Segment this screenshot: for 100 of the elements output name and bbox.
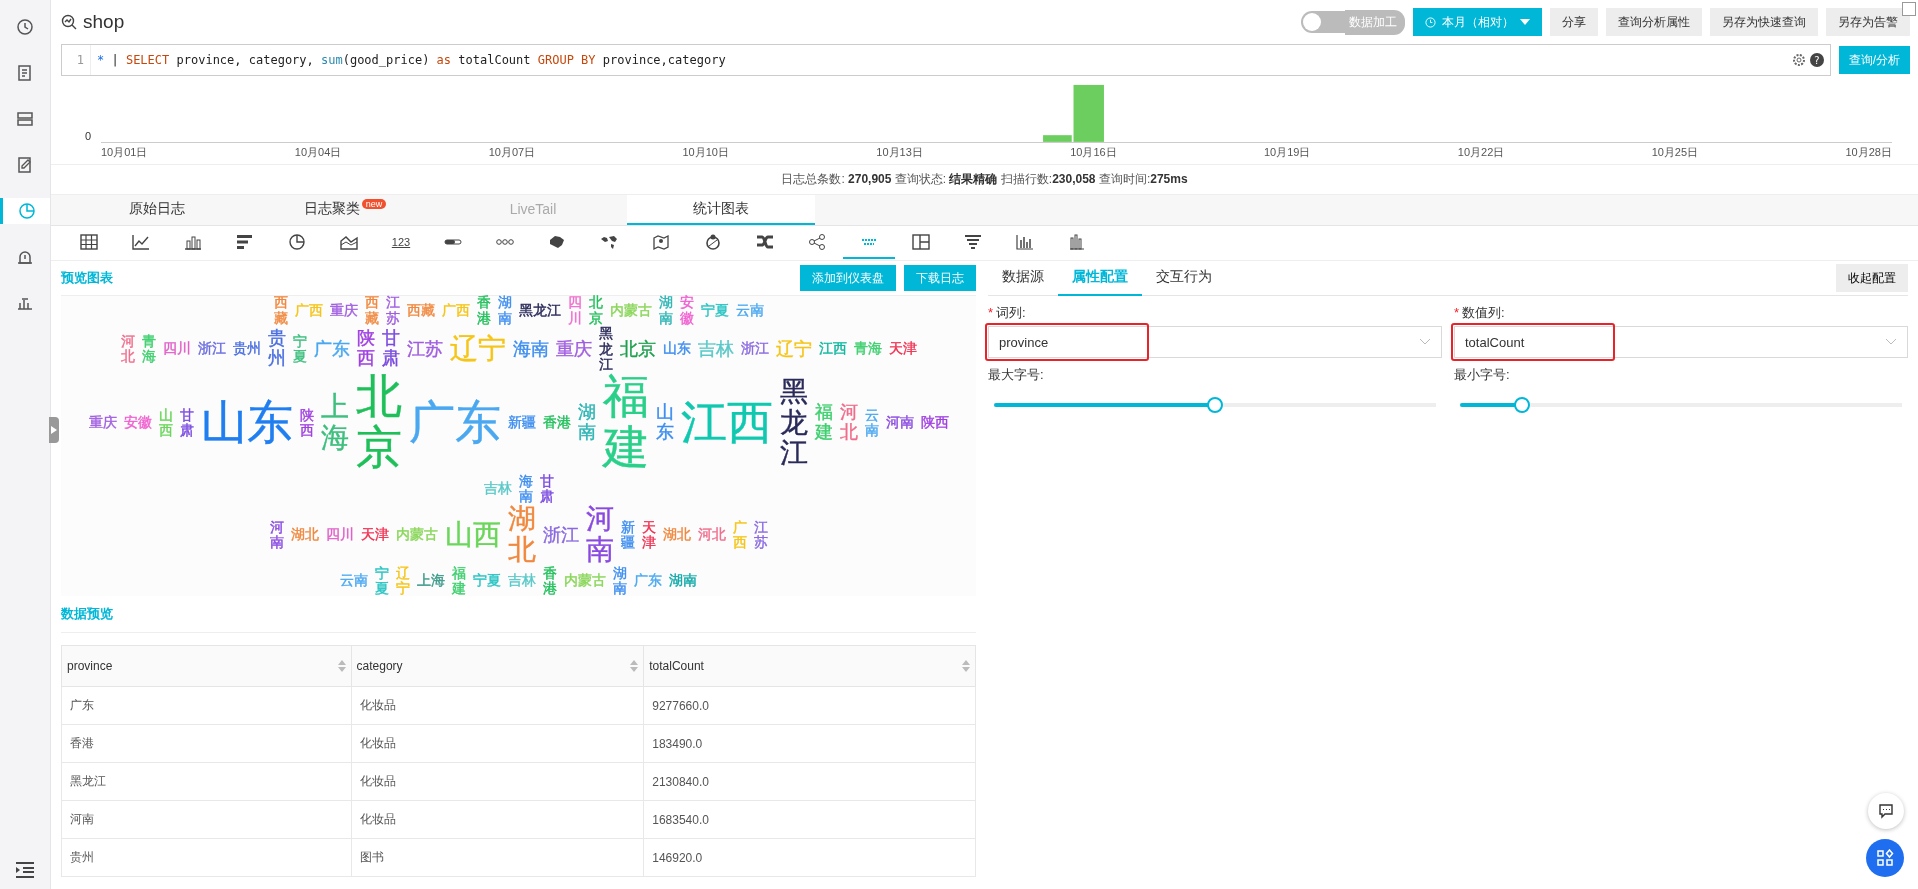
config-tab[interactable]: 数据源 xyxy=(988,260,1058,296)
document-icon xyxy=(16,64,34,82)
cloud-word: 河南 xyxy=(269,519,284,551)
cloud-word: 内蒙古 xyxy=(609,303,652,318)
settings-icon[interactable] xyxy=(1791,53,1806,67)
line-number: 1 xyxy=(62,45,91,75)
cloud-word: 湖北 xyxy=(290,528,319,543)
axis-label: 10月01日 xyxy=(101,145,148,160)
cloud-word: 江苏 xyxy=(385,295,400,327)
cloud-word: 广西 xyxy=(441,303,470,318)
tab[interactable]: 日志聚类 new xyxy=(251,195,439,225)
axis-label: 10月19日 xyxy=(1263,145,1311,160)
cloud-word: 湖北 xyxy=(507,504,536,566)
field-label: 词列: xyxy=(996,305,1026,320)
cloud-word: 陕西 xyxy=(920,415,949,430)
cloud-word: 新疆 xyxy=(620,519,635,551)
config-tab[interactable]: 交互行为 xyxy=(1142,260,1226,296)
chart-type-tab[interactable]: 123 xyxy=(375,227,427,259)
cloud-word: 河北 xyxy=(120,333,135,365)
alarm-icon xyxy=(16,248,34,266)
cloud-word: 山东 xyxy=(655,403,674,443)
field-label: 最大字号: xyxy=(988,367,1044,382)
cloud-word: 河南 xyxy=(885,415,914,430)
expand-handle[interactable] xyxy=(49,417,59,443)
cloud-word: 香港 xyxy=(542,415,571,430)
cloud-word: 海南 xyxy=(518,473,533,505)
cloud-word: 湖南 xyxy=(658,295,673,327)
toolbar-button[interactable]: 另存为告警 xyxy=(1826,8,1910,36)
cloud-word: 河北 xyxy=(839,403,858,443)
toolbar-button[interactable]: 查询分析属性 xyxy=(1606,8,1702,36)
cloud-word: 内蒙古 xyxy=(395,528,438,543)
help-icon[interactable]: ? xyxy=(1809,53,1824,67)
table-cell: 广东 xyxy=(70,698,94,712)
cloud-word: 云南 xyxy=(864,407,879,439)
cloud-word: 黑龙江 xyxy=(598,326,613,373)
column-header[interactable]: category xyxy=(356,659,403,673)
cloud-word: 山东 xyxy=(200,399,293,446)
cloud-word: 天津 xyxy=(641,519,656,551)
slider-handle[interactable] xyxy=(1513,397,1530,413)
ring-icon xyxy=(703,232,723,252)
cloud-word: 宁夏 xyxy=(375,565,389,597)
cloud-word: 内蒙古 xyxy=(564,574,606,589)
toggle-switch[interactable] xyxy=(1301,11,1345,33)
field-label: 数值列: xyxy=(1462,305,1505,320)
cloud-word: 贵州 xyxy=(232,342,261,357)
menu-indent-icon[interactable] xyxy=(15,861,35,879)
cloud-word: 北京 xyxy=(355,372,402,474)
cloud-word: 陕西 xyxy=(299,407,314,439)
tab[interactable]: 统计图表 xyxy=(627,195,815,225)
slider-handle[interactable] xyxy=(1207,397,1223,413)
tab[interactable]: 原始日志 xyxy=(63,195,251,225)
logstore-title: shop xyxy=(83,11,125,33)
cloud-word: 辽宁 xyxy=(449,335,506,364)
toolbar-button[interactable]: 另存为快速查询 xyxy=(1710,8,1818,36)
toggle-label: 数据加工 xyxy=(1345,9,1405,35)
cloud-word: 山西 xyxy=(158,407,173,439)
cloud-word: 福建 xyxy=(602,372,649,474)
cloud-word: 湖南 xyxy=(613,565,627,597)
table-icon xyxy=(79,232,99,252)
chevron-icon xyxy=(1885,338,1897,346)
chat-button[interactable] xyxy=(1868,793,1904,829)
column-header[interactable]: totalCount xyxy=(649,659,704,673)
treemap-icon xyxy=(911,232,931,252)
cloud-word: 福建 xyxy=(814,403,833,443)
axis-label: 10月13日 xyxy=(876,145,923,160)
cloud-word: 安徽 xyxy=(679,295,694,327)
collapse-button[interactable]: 收起配置 xyxy=(1836,264,1908,292)
cloud-word: 吉林 xyxy=(697,340,734,359)
query-editor[interactable]: 1 * | SELECT province, category, sum(good_price) as totalCount GROUP BY province,category ? xyxy=(61,44,1831,76)
column-header[interactable]: province xyxy=(67,659,113,673)
histogram-icon xyxy=(1067,232,1087,252)
required-mark: * xyxy=(1454,305,1460,320)
cloud-word: 浙江 xyxy=(542,526,579,545)
select-field[interactable]: totalCount xyxy=(1454,326,1908,358)
cloud-word: 福建 xyxy=(452,565,466,597)
chat-icon xyxy=(1878,803,1894,819)
cloud-word: 西藏 xyxy=(273,295,288,327)
apps-button[interactable] xyxy=(1866,839,1904,877)
cloud-word: 湖南 xyxy=(577,403,596,443)
toolbar-button[interactable]: 分享 xyxy=(1550,8,1598,36)
cloud-word: 上海 xyxy=(417,574,445,589)
cloud-word: 宁夏 xyxy=(700,303,729,318)
cloud-word: 贵州 xyxy=(267,329,286,369)
cloud-word: 广西 xyxy=(732,519,747,551)
cloud-word: 湖南 xyxy=(497,295,512,327)
cloud-word: 广西 xyxy=(294,303,323,318)
table-cell: 2130840.0 xyxy=(652,774,709,789)
table-cell: 146920.0 xyxy=(652,850,703,865)
caret-icon xyxy=(1520,19,1530,25)
field-label: 最小字号: xyxy=(1454,367,1510,382)
select-field[interactable]: province xyxy=(988,326,1442,358)
axis-label: 10月25日 xyxy=(1651,145,1699,160)
axis-label: 10月10日 xyxy=(682,145,729,160)
table-cell: 黑龙江 xyxy=(70,774,106,788)
table-cell: 图书 xyxy=(359,850,384,864)
cloud-word: 重庆 xyxy=(555,340,592,359)
cloud-word: 江苏 xyxy=(406,340,443,359)
table-cell: 香港 xyxy=(70,736,94,750)
cloud-word: 天津 xyxy=(888,342,917,357)
sidebar-item[interactable] xyxy=(0,198,50,224)
